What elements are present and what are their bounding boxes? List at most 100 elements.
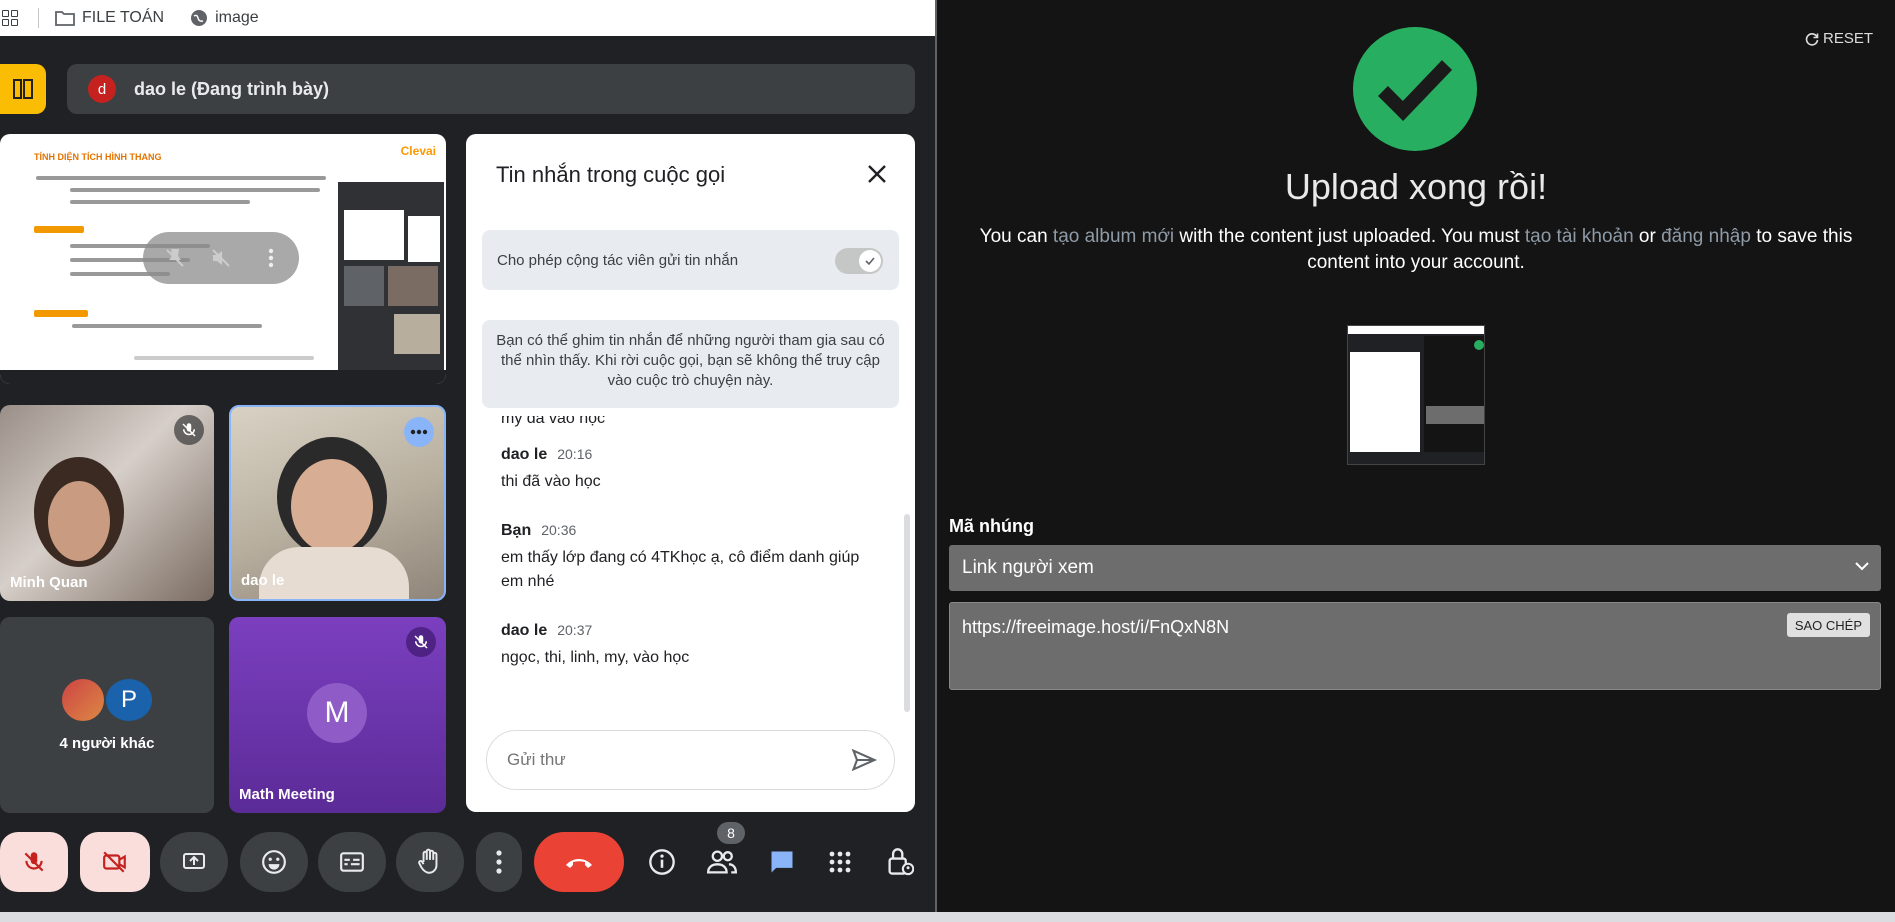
shared-screen-title: TÍNH DIỆN TÍCH HÌNH THANG bbox=[34, 152, 162, 162]
reactions-button[interactable] bbox=[240, 832, 308, 892]
host-controls-button[interactable] bbox=[878, 832, 922, 892]
present-button[interactable] bbox=[160, 832, 228, 892]
shared-screen-text-line bbox=[70, 200, 250, 204]
participant-name: Minh Quan bbox=[10, 574, 88, 591]
mic-off-icon bbox=[24, 852, 44, 872]
copy-button[interactable]: SAO CHÉP bbox=[1786, 613, 1870, 637]
participant-tile-dao-le[interactable]: dao le bbox=[229, 405, 446, 601]
create-account-link[interactable]: tạo tài khoản bbox=[1525, 226, 1634, 247]
chat-title: Tin nhắn trong cuộc gọi bbox=[496, 162, 726, 187]
mute-tile-icon[interactable] bbox=[209, 246, 233, 270]
chat-message-text: em thấy lớp đang có 4TKhọc ạ, cô điểm da… bbox=[501, 549, 860, 590]
activities-button[interactable] bbox=[818, 832, 862, 892]
create-album-link[interactable]: tạo album mới bbox=[1053, 226, 1174, 247]
shared-screen-tile[interactable]: TÍNH DIỆN TÍCH HÌNH THANG Clevai bbox=[0, 134, 446, 384]
allow-messages-setting: Cho phép cộng tác viên gửi tin nhắn bbox=[482, 230, 899, 290]
shared-screen-text-line bbox=[72, 324, 262, 328]
meeting-info-button[interactable] bbox=[640, 832, 684, 892]
participant-name: Math Meeting bbox=[239, 786, 335, 803]
shared-screen-text-line bbox=[70, 188, 320, 192]
upload-description: You can tạo album mới with the content j… bbox=[961, 224, 1871, 276]
camera-toggle-button[interactable] bbox=[80, 832, 150, 892]
allow-messages-label: Cho phép cộng tác viên gửi tin nhắn bbox=[497, 251, 739, 269]
end-call-button[interactable] bbox=[534, 832, 624, 892]
uploaded-image-preview[interactable] bbox=[1347, 325, 1485, 465]
bookmark-image[interactable]: image bbox=[190, 9, 259, 27]
chat-message-text: ngọc, thi, linh, my, vào học bbox=[501, 649, 690, 666]
mic-toggle-button[interactable] bbox=[0, 832, 68, 892]
bookmarks-separator bbox=[38, 8, 39, 28]
bookmarks-bar: FILE TOÁN image bbox=[0, 0, 935, 36]
chat-message: dao le 20:37 ngọc, thi, linh, my, vào học bbox=[501, 622, 689, 670]
participant-tile-others[interactable]: P 4 người khác bbox=[0, 617, 214, 813]
chat-message-text: my đã vào học bbox=[501, 416, 606, 427]
raise-hand-button[interactable] bbox=[396, 832, 464, 892]
participant-count-badge: 8 bbox=[717, 822, 745, 844]
avatar bbox=[60, 677, 106, 723]
send-icon[interactable] bbox=[850, 746, 878, 774]
more-options-button[interactable] bbox=[476, 832, 522, 892]
embed-type-select[interactable]: Link người xem bbox=[949, 545, 1881, 591]
description-text: You can bbox=[979, 226, 1053, 247]
check-icon bbox=[1378, 60, 1453, 121]
embed-code-textarea[interactable]: https://freeimage.host/i/FnQxN8N SAO CHÉ… bbox=[949, 602, 1881, 690]
description-text: or bbox=[1633, 226, 1662, 247]
chat-message-input[interactable] bbox=[486, 730, 895, 790]
presenter-bar: d dao le (Đang trình bày) bbox=[0, 64, 935, 114]
shared-screen-text-line bbox=[134, 356, 314, 360]
presenting-banner[interactable]: d dao le (Đang trình bày) bbox=[67, 64, 915, 114]
allow-messages-toggle[interactable] bbox=[835, 248, 883, 274]
mic-off-icon bbox=[406, 627, 436, 657]
chat-message: Bạn 20:36 em thấy lớp đang có 4TKhọc ạ, c… bbox=[501, 522, 881, 594]
captions-icon bbox=[340, 852, 364, 872]
chat-messages: my đã vào học dao le 20:16 thi đã vào học… bbox=[501, 416, 891, 712]
embed-type-value: Link người xem bbox=[962, 557, 1094, 578]
shared-screen-logo: Clevai bbox=[400, 144, 436, 158]
more-vert-icon bbox=[496, 850, 502, 874]
chat-time: 20:36 bbox=[541, 522, 577, 538]
bookmark-file-toan[interactable]: FILE TOÁN bbox=[55, 9, 164, 27]
embed-code-value: https://freeimage.host/i/FnQxN8N bbox=[962, 617, 1230, 637]
upload-title: Upload xong rồi! bbox=[1284, 166, 1548, 207]
tile-hover-controls[interactable] bbox=[143, 232, 299, 284]
success-icon bbox=[1353, 27, 1477, 151]
bookmark-label: image bbox=[215, 9, 259, 26]
emoji-icon bbox=[262, 850, 286, 874]
captions-button[interactable] bbox=[318, 832, 386, 892]
avatar: P bbox=[104, 677, 154, 723]
pin-off-icon[interactable] bbox=[163, 246, 187, 270]
participant-tile-minh-quan[interactable]: Minh Quan bbox=[0, 405, 214, 601]
present-screen-icon bbox=[183, 853, 205, 869]
participant-name: dao le bbox=[241, 572, 285, 589]
upload-page: RESET Upload xong rồi! You can tạo album… bbox=[937, 0, 1895, 912]
participant-tile-math-meeting[interactable]: M Math Meeting bbox=[229, 617, 446, 813]
info-icon bbox=[649, 849, 675, 875]
chat-time: 20:16 bbox=[557, 446, 593, 462]
hand-icon bbox=[418, 848, 438, 874]
more-options-icon[interactable] bbox=[404, 417, 434, 447]
chat-sender: dao le bbox=[501, 446, 548, 463]
reset-label: RESET bbox=[1822, 30, 1873, 47]
camera-off-icon bbox=[103, 851, 126, 873]
globe-icon bbox=[191, 10, 208, 26]
avatar: M bbox=[307, 683, 367, 743]
chat-message: dao le 20:16 thi đã vào học bbox=[501, 446, 601, 494]
call-controls: 8 bbox=[0, 822, 935, 892]
chat-scrollbar[interactable] bbox=[904, 514, 910, 712]
hang-up-icon bbox=[566, 859, 592, 868]
reset-button[interactable]: RESET bbox=[1805, 30, 1873, 47]
shared-screen-tag bbox=[34, 310, 88, 317]
shared-screen-thumbnail bbox=[338, 182, 444, 378]
chevron-down-icon bbox=[1855, 562, 1869, 571]
chat-panel: Tin nhắn trong cuộc gọi Cho phép cộng tá… bbox=[466, 134, 915, 812]
participant-name: 4 người khác bbox=[59, 735, 155, 752]
close-icon[interactable] bbox=[865, 162, 889, 186]
meet-window: FILE TOÁN image d dao le (Đang trình bày… bbox=[0, 0, 935, 912]
people-icon bbox=[707, 850, 737, 874]
layout-button[interactable] bbox=[0, 64, 46, 114]
more-vert-icon[interactable] bbox=[259, 246, 283, 270]
chat-button[interactable] bbox=[760, 832, 804, 892]
refresh-icon bbox=[1805, 32, 1819, 46]
apps-grid-icon[interactable] bbox=[2, 10, 18, 26]
login-link[interactable]: đăng nhập bbox=[1661, 226, 1751, 247]
